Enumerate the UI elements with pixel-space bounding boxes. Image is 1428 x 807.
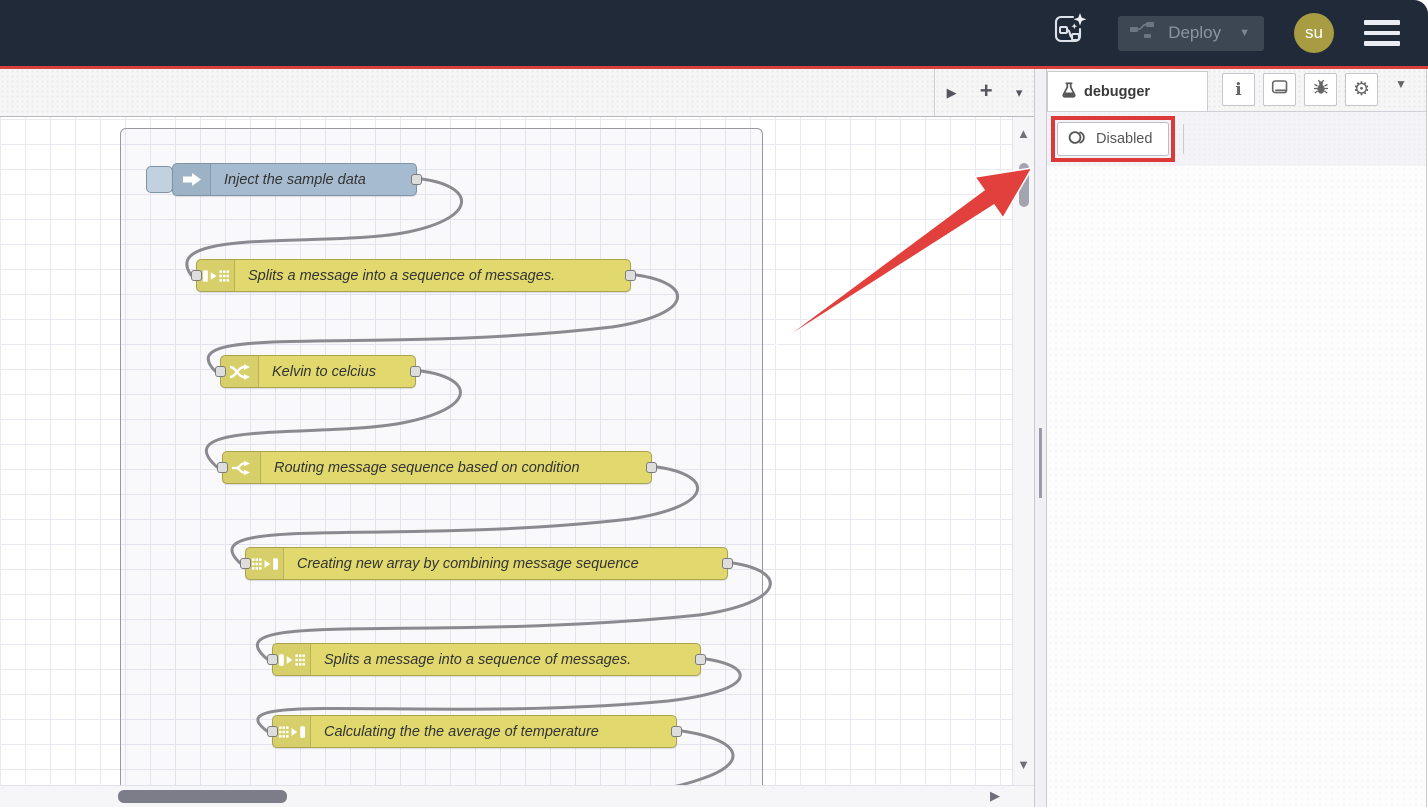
node-label: Kelvin to celcius [259,364,390,380]
vertical-scrollbar[interactable]: ▲ [1012,117,1034,785]
node-output-port[interactable] [646,462,657,473]
toggle-off-icon [1068,130,1088,149]
node-output-port[interactable] [625,270,636,281]
ai-flow-generator-button[interactable] [1052,15,1088,51]
sidebar-tab-bar: debugger i [1047,69,1426,112]
book-icon [1271,80,1288,100]
gear-icon: ⚙ [1353,78,1370,101]
app-header: Deploy ▼ su [0,0,1428,66]
debug-messages-button[interactable] [1304,73,1337,106]
flow-node-split-2[interactable]: Splits a message into a sequence of mess… [272,643,701,676]
node-input-port[interactable] [217,462,228,473]
node-input-port[interactable] [267,726,278,737]
inject-icon [173,164,211,195]
node-red-app: Deploy ▼ su ▶ + ▾ [0,0,1428,807]
node-output-port[interactable] [695,654,706,665]
scroll-right-icon[interactable]: ▶ [990,789,1000,802]
node-output-port[interactable] [410,366,421,377]
deploy-label: Deploy [1168,23,1221,43]
node-input-port[interactable] [191,270,202,281]
scroll-down-icon[interactable]: ▼ [1017,758,1030,771]
sidebar-splitter[interactable] [1035,69,1047,807]
flow-tab-bar: ▶ + ▾ [0,69,1034,117]
info-icon: i [1235,80,1241,100]
bug-icon [1313,79,1329,100]
add-flow-button[interactable]: + [980,78,993,104]
debug-toolbar: Disabled [1047,112,1426,166]
flask-icon [1062,82,1076,102]
flow-node-split-1[interactable]: Splits a message into a sequence of mess… [196,259,631,292]
ai-flow-sparkle-icon [1052,12,1088,55]
flow-canvas[interactable]: Inject the sample data Splits a messa [0,117,1034,807]
deploy-nodes-icon [1130,22,1156,44]
avatar-initials: su [1305,23,1323,43]
node-label: Routing message sequence based on condit… [261,460,594,476]
flow-node-inject[interactable]: Inject the sample data [172,163,417,196]
node-output-port[interactable] [722,558,733,569]
join-icon [273,716,311,747]
sidebar: debugger i [1047,69,1427,807]
vertical-scrollbar-thumb[interactable] [1019,163,1029,207]
sidebar-menu-caret-icon[interactable]: ▼ [1395,77,1407,103]
help-docs-button[interactable] [1263,73,1296,106]
flow-list-caret-icon[interactable]: ▾ [1016,85,1023,101]
node-input-port[interactable] [215,366,226,377]
tab-debugger-label: debugger [1084,84,1150,100]
node-label: Inject the sample data [211,172,380,188]
workspace: ▶ + ▾ [0,69,1035,807]
config-nodes-button[interactable]: ⚙ [1345,73,1378,106]
node-input-port[interactable] [267,654,278,665]
node-output-port[interactable] [411,174,422,185]
node-label: Calculating the the average of temperatu… [311,724,613,740]
disabled-label: Disabled [1096,131,1152,147]
flow-node-switch[interactable]: Routing message sequence based on condit… [222,451,652,484]
horizontal-scrollbar[interactable]: ▶ [0,785,1034,807]
debug-filter-disabled-button[interactable]: Disabled [1057,122,1169,156]
info-button[interactable]: i [1222,73,1255,106]
switch-icon [223,452,261,483]
flow-tab-strip[interactable] [0,69,934,116]
node-label: Splits a message into a sequence of mess… [235,268,569,284]
node-output-port[interactable] [671,726,682,737]
toolbar-divider [1183,124,1184,154]
main-menu-button[interactable] [1364,20,1400,46]
horizontal-scrollbar-thumb[interactable] [118,790,287,803]
flow-node-join-1[interactable]: Creating new array by combining message … [245,547,728,580]
splitter-grip[interactable] [1039,428,1042,498]
join-icon [246,548,284,579]
scroll-tabs-right-icon[interactable]: ▶ [947,85,957,101]
tab-debugger[interactable]: debugger [1047,71,1208,111]
deploy-options-caret-icon[interactable]: ▼ [1239,27,1250,39]
node-input-port[interactable] [240,558,251,569]
split-icon [273,644,311,675]
user-avatar[interactable]: su [1294,13,1334,53]
split-icon [197,260,235,291]
deploy-button[interactable]: Deploy ▼ [1118,16,1264,51]
flow-node-join-2[interactable]: Calculating the the average of temperatu… [272,715,677,748]
node-label: Splits a message into a sequence of mess… [311,652,645,668]
scroll-up-icon[interactable]: ▲ [1017,127,1030,140]
hamburger-icon [1364,20,1400,25]
debug-message-list[interactable] [1047,166,1426,807]
change-icon [221,356,259,387]
node-label: Creating new array by combining message … [284,556,653,572]
flow-node-change[interactable]: Kelvin to celcius [220,355,416,388]
inject-trigger-button[interactable] [146,166,173,193]
